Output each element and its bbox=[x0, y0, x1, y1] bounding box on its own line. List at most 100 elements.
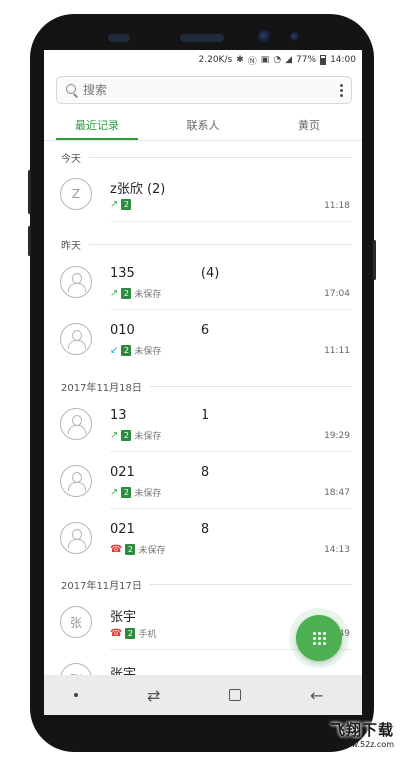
network-speed: 2.20K/s bbox=[198, 55, 233, 65]
outgoing-call-icon: ↗ bbox=[110, 288, 119, 299]
call-status: 未保存 bbox=[134, 489, 162, 499]
signal-icon: ◢ bbox=[285, 55, 293, 65]
outgoing-call-icon: ↗ bbox=[110, 430, 119, 441]
call-time: 11:18 bbox=[324, 201, 350, 211]
row-divider bbox=[110, 309, 352, 310]
call-time: 18:47 bbox=[324, 488, 350, 498]
call-log-row[interactable]: 021 8 ☎ 2 未保存 14:13 bbox=[44, 510, 362, 566]
tab-recent[interactable]: 最近记录 bbox=[44, 110, 150, 140]
more-options-icon[interactable] bbox=[331, 77, 351, 103]
tab-contacts[interactable]: 联系人 bbox=[150, 110, 256, 140]
bluetooth-icon: ✱ bbox=[236, 55, 244, 65]
tab-divider bbox=[44, 140, 362, 141]
call-log-row[interactable]: 021 8 ↗ 2 未保存 18:47 bbox=[44, 453, 362, 509]
nav-indicator-dot[interactable] bbox=[74, 693, 79, 697]
call-log-row[interactable]: Z z张欣 (2) ↗ 2 11:18 bbox=[44, 166, 362, 222]
front-camera-icon bbox=[258, 30, 272, 44]
row-divider bbox=[110, 221, 352, 222]
sim-badge: 2 bbox=[121, 487, 132, 498]
missed-call-icon: ☎ bbox=[110, 544, 123, 555]
call-meta: ↙ 2 未保存 bbox=[110, 344, 161, 357]
sim-badge: 2 bbox=[121, 199, 132, 210]
avatar bbox=[60, 465, 92, 497]
battery-percent: 77% bbox=[296, 55, 317, 65]
redaction-mask bbox=[139, 264, 199, 282]
sim-badge: 2 bbox=[125, 628, 136, 639]
section-header: 2017年11月18日 bbox=[44, 376, 362, 396]
missed-call-icon: ☎ bbox=[110, 628, 123, 639]
row-divider bbox=[110, 508, 352, 509]
avatar: Z bbox=[60, 178, 92, 210]
section-header: 今天 bbox=[44, 147, 362, 167]
recent-apps-icon[interactable]: ⇄ bbox=[139, 686, 169, 705]
section-header: 昨天 bbox=[44, 234, 362, 254]
call-time: 14:13 bbox=[324, 545, 350, 555]
call-log-row[interactable]: 010 6 ↙ 2 未保存 11:11 bbox=[44, 311, 362, 367]
redaction-mask bbox=[136, 463, 202, 481]
silent-icon: ▣ bbox=[260, 55, 270, 65]
sim-badge: 2 bbox=[121, 430, 132, 441]
nfc-icon: Ⓝ bbox=[247, 56, 257, 67]
call-log-row[interactable]: 13 1 ↗ 2 未保存 19:29 bbox=[44, 396, 362, 452]
section-header: 2017年11月17日 bbox=[44, 574, 362, 594]
home-button-icon[interactable] bbox=[229, 689, 242, 701]
earpiece-icon bbox=[180, 34, 224, 42]
person-icon bbox=[68, 330, 86, 349]
caller-name: z张欣 (2) bbox=[110, 182, 166, 197]
sim-badge: 2 bbox=[125, 544, 136, 555]
status-bar: 2.20K/s ✱ Ⓝ ▣ ◔ ◢ 77% 14:00 bbox=[44, 50, 362, 70]
redaction-mask bbox=[136, 520, 202, 538]
person-icon bbox=[68, 529, 86, 548]
call-status: 未保存 bbox=[138, 546, 166, 556]
call-status: 未保存 bbox=[134, 347, 162, 357]
person-icon bbox=[68, 472, 86, 491]
redaction-mask bbox=[136, 321, 198, 339]
call-log-row[interactable]: 135 7 (4) ↗ 2 未保存 17:04 bbox=[44, 254, 362, 310]
search-input[interactable] bbox=[83, 83, 331, 97]
caller-name: 张宇 bbox=[110, 610, 137, 625]
volume-button bbox=[28, 170, 31, 214]
bixby-button bbox=[28, 226, 31, 256]
clock: 14:00 bbox=[330, 55, 356, 65]
search-bar[interactable] bbox=[56, 76, 352, 104]
avatar: 张 bbox=[60, 606, 92, 638]
call-meta: ☎ 2 未保存 bbox=[110, 543, 165, 556]
battery-icon bbox=[320, 55, 327, 65]
outgoing-call-icon: ↗ bbox=[110, 487, 119, 498]
phone-screen: 2.20K/s ✱ Ⓝ ▣ ◔ ◢ 77% 14:00 最近记录 联系人 黄页 … bbox=[44, 50, 362, 715]
call-status: 未保存 bbox=[134, 290, 162, 300]
power-button bbox=[373, 240, 376, 280]
sim-badge: 2 bbox=[121, 345, 132, 356]
call-status: 手机 bbox=[138, 630, 157, 640]
person-icon bbox=[68, 273, 86, 292]
outgoing-call-icon: ↗ bbox=[110, 199, 119, 210]
incoming-call-icon: ↙ bbox=[110, 345, 119, 356]
watermark-title: 飞翔下载 bbox=[329, 721, 394, 739]
call-meta: ↗ 2 未保存 bbox=[110, 429, 161, 442]
watermark-url: www.52z.com bbox=[338, 740, 394, 749]
call-meta: ↗ 2 bbox=[110, 199, 134, 210]
call-time: 19:29 bbox=[324, 431, 350, 441]
search-icon bbox=[57, 77, 83, 103]
person-icon bbox=[68, 415, 86, 434]
dialpad-button[interactable] bbox=[296, 615, 342, 661]
tab-yellow-pages[interactable]: 黄页 bbox=[256, 110, 362, 140]
call-time: 17:04 bbox=[324, 289, 350, 299]
avatar bbox=[60, 323, 92, 355]
call-meta: ↗ 2 未保存 bbox=[110, 486, 161, 499]
navigation-bar: ⇄ ← bbox=[44, 675, 362, 715]
avatar bbox=[60, 408, 92, 440]
call-time: 11:11 bbox=[324, 346, 350, 356]
call-status: 未保存 bbox=[134, 432, 162, 442]
sim-badge: 2 bbox=[121, 288, 132, 299]
redaction-mask bbox=[128, 406, 203, 424]
avatar bbox=[60, 266, 92, 298]
call-meta: ↗ 2 未保存 bbox=[110, 287, 161, 300]
sensor-icon bbox=[108, 34, 130, 42]
row-divider bbox=[110, 451, 352, 452]
call-meta: ☎ 2 手机 bbox=[110, 627, 156, 640]
tab-bar: 最近记录 联系人 黄页 bbox=[44, 110, 362, 140]
watermark: 飞翔下载 www.52z.com bbox=[330, 719, 394, 749]
iris-sensor-icon bbox=[290, 32, 300, 42]
back-icon[interactable]: ← bbox=[302, 686, 332, 705]
